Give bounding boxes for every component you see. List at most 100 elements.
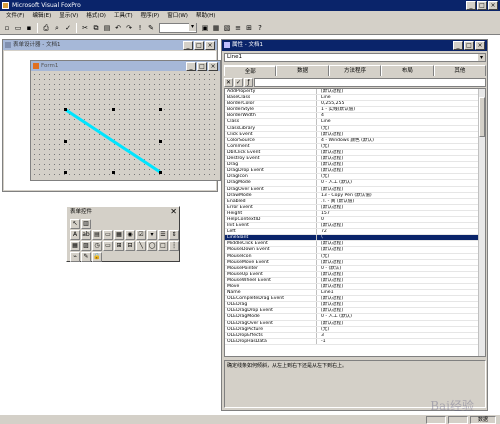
close-button[interactable]: × bbox=[488, 1, 498, 10]
separator-icon[interactable]: ┆ bbox=[169, 241, 179, 251]
property-value[interactable]: 0 bbox=[317, 217, 485, 222]
menu-file[interactable]: 文件(F) bbox=[2, 11, 28, 21]
property-value[interactable]: 0 - 人工 (默认) bbox=[317, 314, 485, 319]
command-button-icon[interactable]: ▭ bbox=[103, 230, 113, 240]
property-value[interactable]: [默认过程] bbox=[317, 89, 485, 94]
property-value[interactable]: Line bbox=[317, 95, 485, 100]
copy-icon[interactable]: ⧉ bbox=[91, 22, 101, 33]
tab-methods[interactable]: 方法程序 bbox=[328, 65, 382, 76]
combobox-icon[interactable]: ▾ bbox=[147, 230, 157, 240]
property-value[interactable]: [默认过程] bbox=[317, 156, 485, 161]
property-value[interactable]: [默认过程] bbox=[317, 260, 485, 265]
spellcheck-icon[interactable]: ✓ bbox=[63, 22, 73, 33]
shape-icon[interactable]: ◯ bbox=[147, 241, 157, 251]
property-value[interactable]: 1 - 实线(默认值) bbox=[317, 107, 485, 112]
property-value[interactable]: [默认过程] bbox=[317, 162, 485, 167]
property-value[interactable]: (无) bbox=[317, 144, 485, 149]
maximize-button[interactable]: □ bbox=[197, 62, 207, 71]
minimize-button[interactable]: _ bbox=[453, 41, 463, 50]
property-value[interactable]: 4 bbox=[317, 113, 485, 118]
print-preview-icon[interactable]: ⌕ bbox=[52, 22, 62, 33]
maximize-button[interactable]: □ bbox=[464, 41, 474, 50]
cancel-icon[interactable]: ✕ bbox=[224, 77, 233, 87]
minimize-button[interactable]: _ bbox=[466, 1, 476, 10]
property-value[interactable]: [默认过程] bbox=[317, 278, 485, 283]
paste-icon[interactable]: ▤ bbox=[102, 22, 112, 33]
property-value[interactable]: (无) bbox=[317, 126, 485, 131]
property-value[interactable]: 0 - 人工 (默认) bbox=[317, 180, 485, 185]
close-icon[interactable]: ✕ bbox=[170, 207, 177, 217]
grid-icon[interactable]: ▦ bbox=[70, 241, 80, 251]
property-value[interactable]: Line1 bbox=[317, 290, 485, 295]
function-icon[interactable]: ƒ bbox=[244, 77, 253, 87]
minimize-button[interactable]: _ bbox=[186, 62, 196, 71]
view-classes-icon[interactable]: ▥ bbox=[81, 219, 91, 229]
property-value[interactable]: 72 bbox=[317, 229, 485, 234]
save-icon[interactable]: ▪ bbox=[24, 22, 34, 33]
database-combo[interactable] bbox=[159, 22, 197, 33]
minimize-button[interactable]: _ bbox=[183, 41, 193, 50]
property-value[interactable]: [默认过程] bbox=[317, 241, 485, 246]
modify-icon[interactable]: ✎ bbox=[146, 22, 156, 33]
data-session-icon[interactable]: ▦ bbox=[211, 22, 221, 33]
form1-window[interactable]: Form1 _ □ × bbox=[30, 60, 221, 181]
property-value[interactable]: .T. - 真 (默认值) bbox=[317, 199, 485, 204]
timer-icon[interactable]: ◷ bbox=[92, 241, 102, 251]
spinner-icon[interactable]: ⇕ bbox=[169, 230, 179, 240]
label-icon[interactable]: A bbox=[70, 230, 80, 240]
button-lock-icon[interactable]: 🔒 bbox=[92, 252, 102, 262]
property-value[interactable]: -1 bbox=[317, 339, 485, 344]
menu-window[interactable]: 窗口(W) bbox=[163, 11, 192, 21]
property-value[interactable]: 0 - (默认) bbox=[317, 266, 485, 271]
close-button[interactable]: × bbox=[208, 62, 218, 71]
builder-lock-icon[interactable]: ✎ bbox=[81, 252, 91, 262]
run-icon[interactable]: ! bbox=[135, 22, 145, 33]
new-file-icon[interactable]: ▫ bbox=[2, 22, 12, 33]
form1-canvas[interactable] bbox=[32, 72, 219, 179]
activex-bound-icon[interactable]: ⊟ bbox=[125, 241, 135, 251]
property-value[interactable]: [默认过程] bbox=[317, 223, 485, 228]
property-value[interactable]: 0,255,255 bbox=[317, 101, 485, 106]
menu-tools[interactable]: 工具(T) bbox=[110, 11, 137, 21]
selection-handle[interactable] bbox=[112, 171, 115, 174]
object-selector[interactable]: Line1 bbox=[224, 53, 486, 62]
accept-icon[interactable]: ✓ bbox=[234, 77, 243, 87]
selection-handle[interactable] bbox=[64, 171, 67, 174]
properties-icon[interactable]: ▧ bbox=[222, 22, 232, 33]
property-value[interactable]: 13 - Copy Pen (默认值) bbox=[317, 193, 485, 198]
form-designer-title-bar[interactable]: 表单设计器 - 文档1 _ □ × bbox=[3, 40, 217, 50]
undo-icon[interactable]: ↶ bbox=[113, 22, 123, 33]
property-value[interactable]: (无) bbox=[317, 327, 485, 332]
form1-title-bar[interactable]: Form1 _ □ × bbox=[31, 61, 220, 71]
menu-format[interactable]: 格式(O) bbox=[82, 11, 110, 21]
selection-handle[interactable] bbox=[64, 140, 67, 143]
property-value[interactable]: (无) bbox=[317, 174, 485, 179]
command-group-icon[interactable]: ▦ bbox=[114, 230, 124, 240]
property-value[interactable]: [默认过程] bbox=[317, 132, 485, 137]
selection-handle[interactable] bbox=[159, 171, 162, 174]
select-objects-icon[interactable]: ↖ bbox=[70, 219, 80, 229]
form-controls-title-bar[interactable]: 表单控件 ✕ bbox=[67, 207, 179, 217]
property-value[interactable]: [默认过程] bbox=[317, 321, 485, 326]
line-icon[interactable]: ╲ bbox=[136, 241, 146, 251]
property-value[interactable]: [默认过程] bbox=[317, 168, 485, 173]
editbox-icon[interactable]: ▤ bbox=[92, 230, 102, 240]
line1-control[interactable] bbox=[65, 108, 161, 174]
tab-all[interactable]: 全部 bbox=[224, 65, 277, 76]
property-value[interactable]: [默认过程] bbox=[317, 308, 485, 313]
hyperlink-icon[interactable]: ⌁ bbox=[70, 252, 80, 262]
code-icon[interactable]: ≡ bbox=[233, 22, 243, 33]
property-value[interactable]: \ bbox=[317, 235, 485, 240]
property-value[interactable]: (无) bbox=[317, 254, 485, 259]
tab-layout[interactable]: 布局 bbox=[381, 65, 434, 76]
selection-handle[interactable] bbox=[112, 108, 115, 111]
tab-other[interactable]: 其他 bbox=[433, 65, 487, 76]
open-folder-icon[interactable]: ▭ bbox=[13, 22, 23, 33]
close-button[interactable]: × bbox=[205, 41, 215, 50]
property-value[interactable]: [默认过程] bbox=[317, 247, 485, 252]
menu-program[interactable]: 程序(P) bbox=[137, 11, 164, 21]
properties-title-bar[interactable]: 属性 - 文档1 _ □ × bbox=[222, 40, 487, 51]
line-control-drawing[interactable] bbox=[32, 72, 221, 181]
property-value[interactable]: 157 bbox=[317, 211, 485, 216]
cut-icon[interactable]: ✂ bbox=[80, 22, 90, 33]
